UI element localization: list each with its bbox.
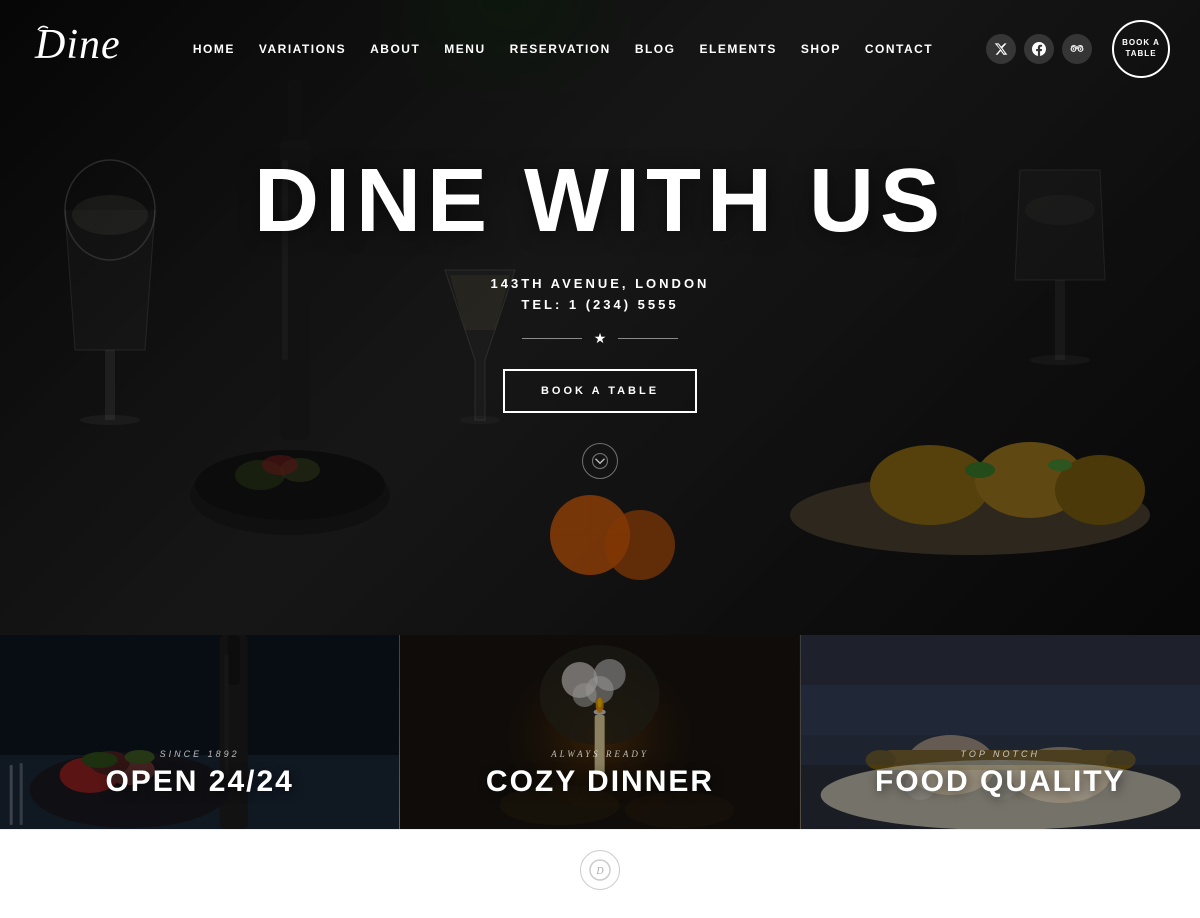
twitter-icon[interactable]	[986, 34, 1016, 64]
footer-area: D	[0, 829, 1200, 910]
nav-links: HOME VARIATIONS ABOUT MENU RESERVATION B…	[181, 40, 945, 58]
social-links	[986, 34, 1092, 64]
footer-logo-icon[interactable]: D	[580, 850, 620, 890]
svg-text:Dine: Dine	[34, 22, 121, 68]
scroll-down-button[interactable]	[582, 443, 618, 479]
nav-variations[interactable]: VARIATIONS	[247, 34, 358, 64]
facebook-icon[interactable]	[1024, 34, 1054, 64]
star-icon: ★	[594, 330, 607, 347]
book-table-nav-button[interactable]: BOOK ATABLE	[1112, 20, 1170, 78]
card2-content: ALWAYS READY COZY DINNER	[486, 749, 714, 799]
hero-title: DINE WITH US	[254, 156, 946, 246]
nav-elements[interactable]: ELEMENTS	[687, 34, 788, 64]
card3-title: FOOD QUALITY	[875, 765, 1126, 799]
nav-reservation[interactable]: RESERVATION	[498, 34, 623, 64]
hero-address: 143TH AVENUE, LONDON	[491, 276, 710, 291]
card-cozy-dinner: ALWAYS READY COZY DINNER	[400, 635, 800, 829]
card1-title: OPEN 24/24	[105, 765, 293, 799]
card3-content: TOP NOTCH FOOD QUALITY	[875, 749, 1126, 799]
card3-subtitle: TOP NOTCH	[875, 749, 1126, 759]
hero-phone: TEL: 1 (234) 5555	[521, 297, 678, 312]
card2-title: COZY DINNER	[486, 765, 714, 799]
book-table-hero-button[interactable]: BOOK A TABLE	[503, 369, 697, 413]
hero-divider: ★	[522, 330, 679, 347]
nav-blog[interactable]: BLOG	[623, 34, 688, 64]
svg-text:D: D	[595, 866, 604, 877]
card3-bg	[801, 635, 1200, 829]
nav-about[interactable]: ABOUT	[358, 34, 432, 64]
tripadvisor-icon[interactable]	[1062, 34, 1092, 64]
nav-home[interactable]: HOME	[181, 34, 247, 64]
nav-contact[interactable]: CONTACT	[853, 34, 945, 64]
card2-subtitle: ALWAYS READY	[486, 749, 714, 759]
card-open-hours: SINCE 1892 OPEN 24/24	[0, 635, 400, 829]
divider-line-left	[522, 338, 582, 339]
nav-shop[interactable]: SHOP	[789, 34, 853, 64]
divider-line-right	[618, 338, 678, 339]
site-logo[interactable]: Dine	[30, 18, 150, 79]
card2-bg	[400, 635, 799, 829]
card1-content: SINCE 1892 OPEN 24/24	[105, 749, 293, 799]
navbar: Dine HOME VARIATIONS ABOUT MENU RESERVAT…	[0, 0, 1200, 97]
card1-subtitle: SINCE 1892	[105, 749, 293, 759]
cards-section: SINCE 1892 OPEN 24/24	[0, 635, 1200, 829]
card1-bg	[0, 635, 399, 829]
card-food-quality: TOP NOTCH FOOD QUALITY	[801, 635, 1200, 829]
nav-menu[interactable]: MENU	[432, 34, 497, 64]
